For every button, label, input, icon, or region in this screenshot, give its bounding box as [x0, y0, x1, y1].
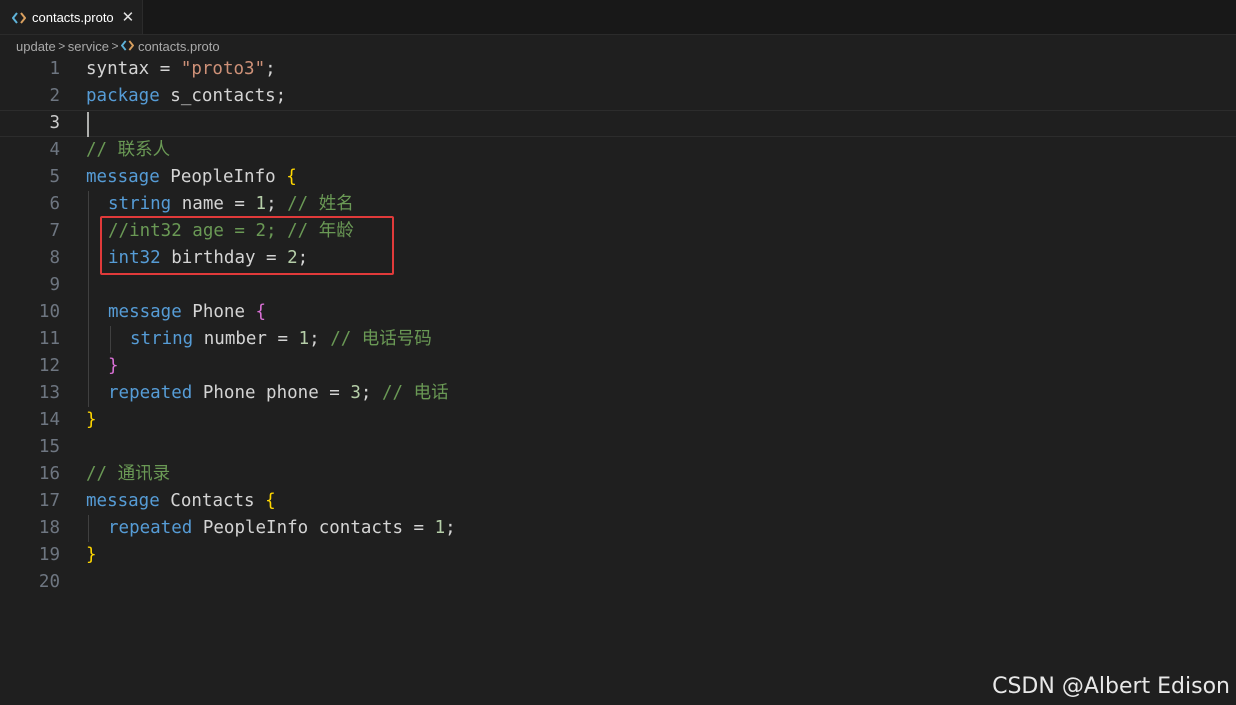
- code-line: 6 string name = 1; // 姓名: [0, 191, 1236, 218]
- line-number: 8: [49, 248, 60, 268]
- chevron-right-icon: >: [111, 39, 119, 53]
- code-text[interactable]: syntax = "proto3";: [86, 56, 276, 83]
- code-text[interactable]: repeated Phone phone = 3; // 电话: [108, 380, 449, 407]
- tab-contacts-proto[interactable]: contacts.proto ✕: [0, 0, 143, 34]
- text-cursor: [87, 112, 89, 137]
- code-text[interactable]: }: [86, 407, 97, 434]
- code-line: 13 repeated Phone phone = 3; // 电话: [0, 380, 1236, 407]
- code-line: 10 message Phone {: [0, 299, 1236, 326]
- code-text[interactable]: // 通讯录: [86, 461, 170, 488]
- code-text[interactable]: }: [86, 542, 97, 569]
- proto-file-icon: [120, 39, 135, 54]
- line-number: 19: [38, 545, 60, 565]
- line-number: 16: [38, 464, 60, 484]
- code-text[interactable]: message Phone {: [108, 299, 266, 326]
- line-number: 13: [38, 383, 60, 403]
- annotation-highlight-box: [100, 216, 394, 275]
- breadcrumb-item-service[interactable]: service: [68, 39, 109, 54]
- breadcrumb: update > service > contacts.proto: [16, 37, 220, 55]
- line-number: 5: [49, 167, 60, 187]
- code-line: 12 }: [0, 353, 1236, 380]
- code-line: 9: [0, 272, 1236, 299]
- code-text[interactable]: // 联系人: [86, 137, 170, 164]
- line-number: 9: [49, 275, 60, 295]
- code-line: 1 syntax = "proto3";: [0, 56, 1236, 83]
- breadcrumb-item-update[interactable]: update: [16, 39, 56, 54]
- line-number: 14: [38, 410, 60, 430]
- code-line: 2 package s_contacts;: [0, 83, 1236, 110]
- code-line: 17 message Contacts {: [0, 488, 1236, 515]
- code-text[interactable]: package s_contacts;: [86, 83, 286, 110]
- tab-label: contacts.proto: [32, 9, 114, 25]
- code-line: 4 // 联系人: [0, 137, 1236, 164]
- code-line: 16 // 通讯录: [0, 461, 1236, 488]
- code-text[interactable]: string name = 1; // 姓名: [108, 191, 354, 218]
- line-number: 17: [38, 491, 60, 511]
- code-line: 20: [0, 569, 1236, 596]
- code-editor[interactable]: 1 syntax = "proto3"; 2 package s_contact…: [0, 56, 1236, 656]
- line-number: 20: [38, 572, 60, 592]
- line-number: 2: [49, 86, 60, 106]
- code-line-current: 3: [0, 110, 1236, 137]
- code-line: 5 message PeopleInfo {: [0, 164, 1236, 191]
- line-number: 6: [49, 194, 60, 214]
- line-number: 11: [38, 329, 60, 349]
- line-number: 1: [49, 59, 60, 79]
- line-number: 15: [38, 437, 60, 457]
- proto-file-icon: [11, 11, 27, 24]
- line-number: 18: [38, 518, 60, 538]
- code-line: 18 repeated PeopleInfo contacts = 1;: [0, 515, 1236, 542]
- code-line: 11 string number = 1; // 电话号码: [0, 326, 1236, 353]
- close-icon[interactable]: ✕: [122, 10, 135, 25]
- code-line: 15: [0, 434, 1236, 461]
- line-number: 7: [49, 221, 60, 241]
- line-number: 12: [38, 356, 60, 376]
- line-number: 4: [49, 140, 60, 160]
- code-text[interactable]: string number = 1; // 电话号码: [130, 326, 432, 353]
- code-text[interactable]: repeated PeopleInfo contacts = 1;: [108, 515, 456, 542]
- code-line: 14 }: [0, 407, 1236, 434]
- editor-tab-bar: contacts.proto ✕: [0, 0, 1236, 35]
- chevron-right-icon: >: [58, 39, 66, 53]
- breadcrumb-item-file[interactable]: contacts.proto: [138, 39, 220, 54]
- code-text[interactable]: }: [108, 353, 119, 380]
- code-text[interactable]: message PeopleInfo {: [86, 164, 297, 191]
- line-number: 10: [38, 302, 60, 322]
- code-text[interactable]: message Contacts {: [86, 488, 276, 515]
- code-line: 19 }: [0, 542, 1236, 569]
- watermark: CSDN @Albert Edison: [992, 674, 1230, 699]
- line-number: 3: [49, 113, 60, 133]
